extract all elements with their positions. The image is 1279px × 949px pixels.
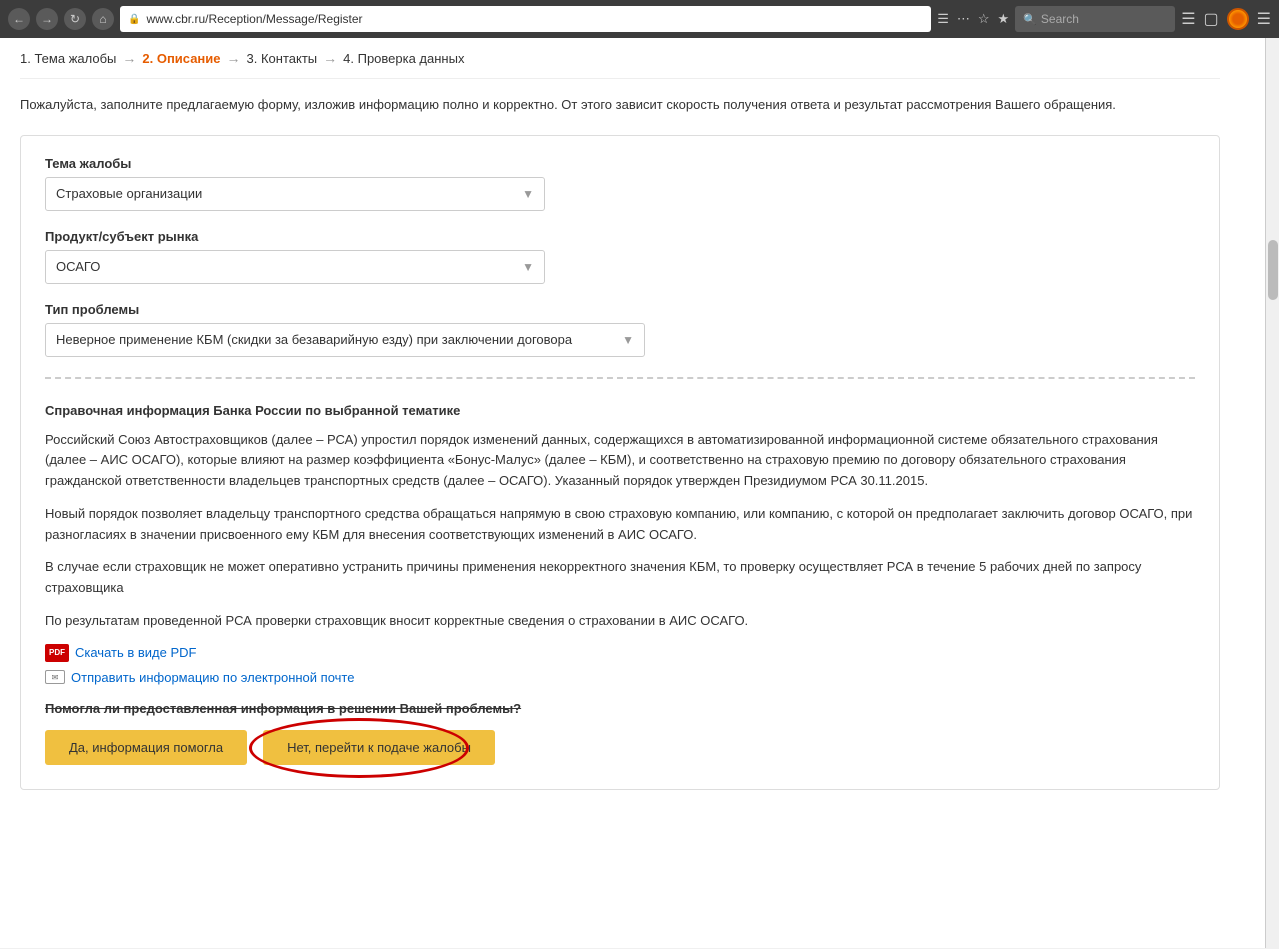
scrollbar[interactable] [1265, 38, 1279, 948]
email-icon: ✉ [45, 670, 65, 684]
yes-button[interactable]: Да, информация помогла [45, 730, 247, 765]
lock-icon: 🔒 [128, 14, 140, 25]
address-bar[interactable]: 🔒 www.cbr.ru/Reception/Message/Register [120, 6, 931, 32]
field2-label: Продукт/субъект рынка [45, 229, 1195, 244]
step2-num: 2. [142, 51, 153, 66]
arrow1: → [122, 50, 136, 66]
field2-group: Продукт/субъект рынка ОСАГО ▼ [45, 229, 1195, 284]
search-icon: 🔍 [1023, 13, 1037, 26]
field3-label: Тип проблемы [45, 302, 1195, 317]
no-button-wrapper: Нет, перейти к подаче жалобы [263, 730, 495, 765]
arrow2: → [227, 50, 241, 66]
field1-select[interactable]: Страховые организации ▼ [45, 177, 545, 211]
reload-button[interactable]: ↻ [64, 8, 86, 30]
main-content: 1. Тема жалобы → 2. Описание → 3. Контак… [0, 38, 1240, 830]
page-container: 1. Тема жалобы → 2. Описание → 3. Контак… [0, 38, 1279, 948]
field1-group: Тема жалобы Страховые организации ▼ [45, 156, 1195, 211]
field3-group: Тип проблемы Неверное применение КБМ (ск… [45, 302, 1195, 357]
browser-toolbar-icons: ☰ ▢ ☰ [1181, 8, 1271, 30]
step3-label: Контакты [261, 51, 317, 66]
pdf-link[interactable]: PDF Скачать в виде PDF [45, 644, 1195, 662]
field2-select[interactable]: ОСАГО ▼ [45, 250, 545, 284]
info-para-2: Новый порядок позволяет владельцу трансп… [45, 504, 1195, 546]
field2-chevron-icon: ▼ [522, 260, 534, 274]
question-text: Помогла ли предоставленная информация в … [45, 701, 1195, 716]
field1-label: Тема жалобы [45, 156, 1195, 171]
info-para-3: В случае если страховщик не может операт… [45, 557, 1195, 599]
url-text: www.cbr.ru/Reception/Message/Register [146, 12, 362, 26]
field3-value: Неверное применение КБМ (скидки за безав… [56, 332, 572, 347]
steps-bar: 1. Тема жалобы → 2. Описание → 3. Контак… [20, 38, 1220, 79]
browser-chrome: ← → ↻ ⌂ 🔒 www.cbr.ru/Reception/Message/R… [0, 0, 1279, 38]
scrollbar-thumb[interactable] [1268, 240, 1278, 300]
bookmark-list-icon[interactable]: ☰ [937, 11, 949, 27]
star-icon[interactable]: ★ [998, 11, 1010, 27]
info-block-title: Справочная информация Банка России по вы… [45, 403, 1195, 418]
back-button[interactable]: ← [8, 8, 30, 30]
step1-num: 1. [20, 51, 31, 66]
intro-text: Пожалуйста, заполните предлагаемую форму… [20, 95, 1220, 115]
email-link[interactable]: ✉ Отправить информацию по электронной по… [45, 670, 1195, 685]
info-para-4: По результатам проведенной РСА проверки … [45, 611, 1195, 632]
arrow3: → [323, 50, 337, 66]
step3-num: 3. [247, 51, 258, 66]
step1-label: Тема жалобы [34, 51, 116, 66]
home-button[interactable]: ⌂ [92, 8, 114, 30]
info-block: Справочная информация Банка России по вы… [45, 399, 1195, 769]
forward-button[interactable]: → [36, 8, 58, 30]
info-para-1: Российский Союз Автостраховщиков (далее … [45, 430, 1195, 492]
step4-label: Проверка данных [358, 51, 465, 66]
pdf-icon: PDF [45, 644, 69, 662]
search-bar[interactable]: 🔍 [1015, 6, 1175, 32]
field3-select[interactable]: Неверное применение КБМ (скидки за безав… [45, 323, 645, 357]
sidebar-icon[interactable]: ▢ [1204, 9, 1219, 29]
field1-value: Страховые организации [56, 186, 202, 201]
more-icon[interactable]: ⋯ [957, 11, 970, 27]
browser-icons: ☰ ⋯ ☆ ★ [937, 11, 1009, 27]
menu-icon[interactable]: ☰ [1257, 9, 1271, 29]
firefox-logo [1227, 8, 1249, 30]
search-input[interactable] [1041, 12, 1161, 26]
email-link-text[interactable]: Отправить информацию по электронной почт… [71, 670, 354, 685]
pdf-link-text[interactable]: Скачать в виде PDF [75, 645, 196, 660]
field2-value: ОСАГО [56, 259, 100, 274]
buttons-row: Да, информация помогла Нет, перейти к по… [45, 730, 1195, 765]
library-icon[interactable]: ☰ [1181, 9, 1195, 29]
form-card: Тема жалобы Страховые организации ▼ Прод… [20, 135, 1220, 790]
step4-num: 4. [343, 51, 354, 66]
wave-divider [45, 377, 1195, 379]
no-button[interactable]: Нет, перейти к подаче жалобы [263, 730, 495, 765]
step2-label: Описание [157, 51, 221, 66]
bookmark-icon[interactable]: ☆ [978, 11, 990, 27]
field1-chevron-icon: ▼ [522, 187, 534, 201]
field3-chevron-icon: ▼ [622, 333, 634, 347]
